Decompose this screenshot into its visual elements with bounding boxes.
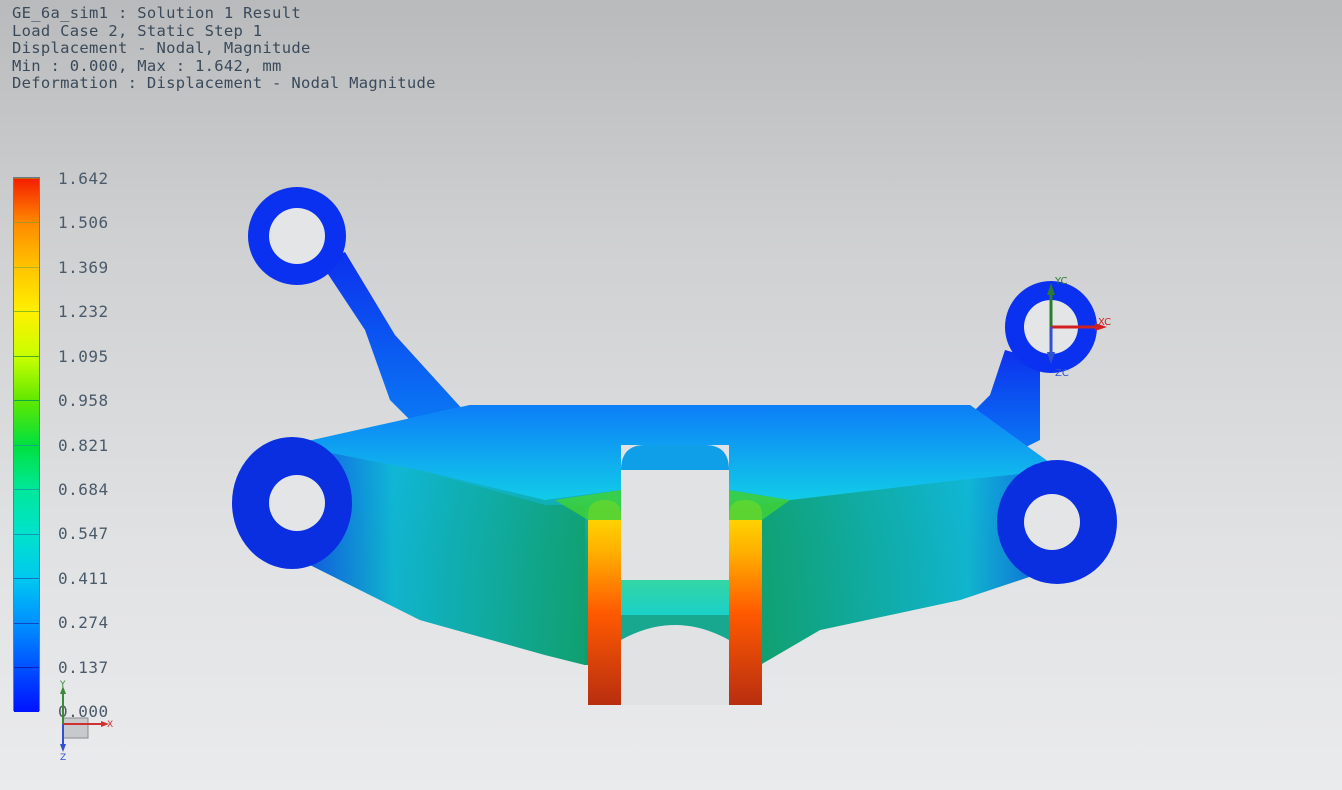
wcs-x-label: XC: [1098, 317, 1111, 328]
slot-crossbar: [621, 580, 729, 615]
center-slot-top: [621, 445, 729, 470]
wcs-y-label: YC: [1054, 276, 1068, 287]
lower-right-hole: [1024, 494, 1080, 550]
triad-x-label: X: [107, 720, 113, 730]
wcs-z-label: ZC: [1055, 368, 1069, 379]
right-tab-max-displacement: [729, 500, 762, 705]
center-slot: [621, 445, 729, 705]
left-tab-max-displacement: [588, 500, 621, 705]
upper-left-arm: [320, 252, 465, 430]
upper-left-hole: [269, 208, 325, 264]
lower-left-hole: [269, 475, 325, 531]
triad-y-label: Y: [59, 680, 66, 690]
view-triad[interactable]: Y X Z: [55, 680, 125, 760]
graphics-viewport[interactable]: YC XC ZC: [0, 0, 1342, 790]
triad-cube: [62, 717, 89, 739]
triad-z-label: Z: [60, 753, 66, 760]
